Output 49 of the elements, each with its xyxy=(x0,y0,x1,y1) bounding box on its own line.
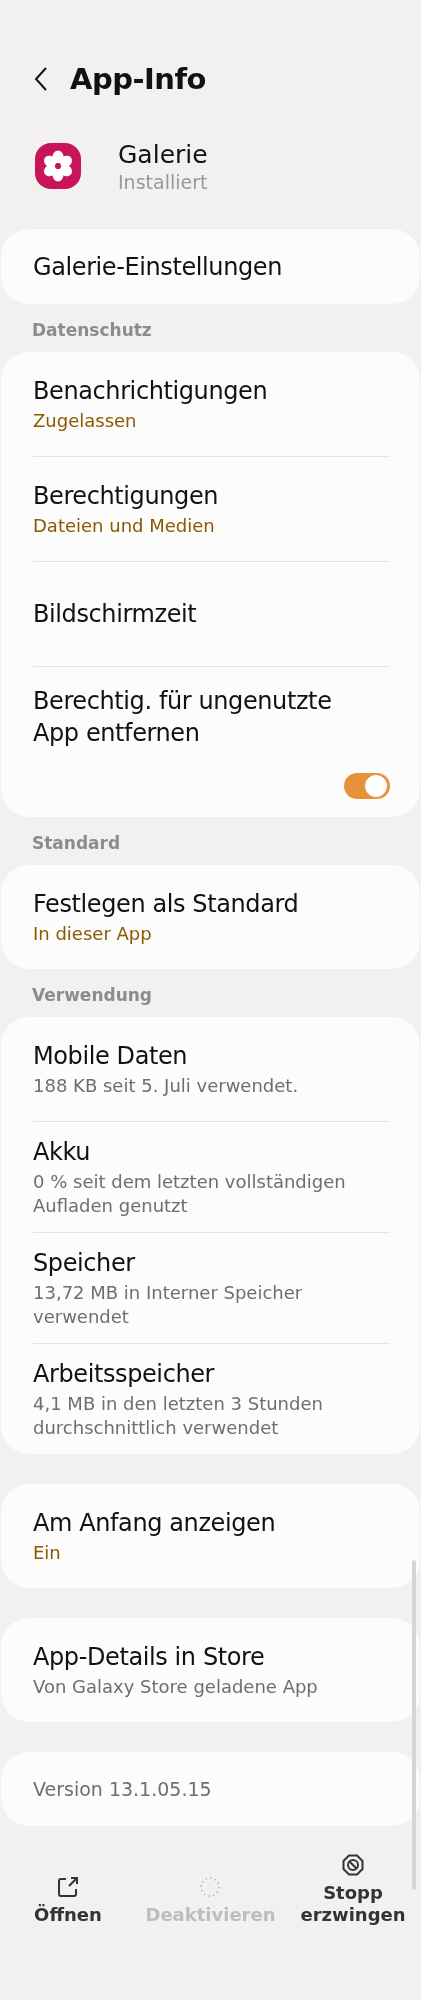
back-icon[interactable] xyxy=(34,66,48,92)
page-title: App-Info xyxy=(70,62,206,96)
settings-item[interactable]: Speicher 13,72 MB in Interner Speicher verwendet xyxy=(1,1233,420,1343)
item-subtitle: 4,1 MB in den letzten 3 Stunden durchschnittlich verwendet xyxy=(33,1392,324,1440)
section-label: Standard xyxy=(31,832,122,855)
item-title: Akku xyxy=(33,1137,92,1168)
settings-item[interactable]: Festlegen als Standard In dieser App xyxy=(1,865,420,969)
item-title: App-Details in Store xyxy=(33,1642,266,1673)
settings-item[interactable]: Bildschirmzeit xyxy=(1,562,420,666)
settings-item[interactable]: Arbeitsspeicher 4,1 MB in den letzten 3 Stunden durchschnittlich verwendet xyxy=(1,1344,420,1454)
item-title: Berechtig. für ungenutzte App entfernen xyxy=(33,686,333,749)
toggle-switch[interactable] xyxy=(344,773,390,799)
item-title: Galerie-Einstellungen xyxy=(33,251,283,283)
item-title: Benachrichtigungen xyxy=(33,376,269,407)
item-title: Bildschirmzeit xyxy=(33,599,198,630)
item-title: Mobile Daten xyxy=(33,1041,189,1072)
item-title: Arbeitsspeicher xyxy=(33,1359,216,1390)
settings-item[interactable]: Berechtigungen Dateien und Medien xyxy=(1,457,420,561)
section-label: Datenschutz xyxy=(31,319,153,342)
settings-item[interactable]: Mobile Daten 188 KB seit 5. Juli verwendet. xyxy=(1,1017,420,1121)
item-subtitle: Ein xyxy=(33,1541,62,1565)
settings-item[interactable]: Benachrichtigungen Zugelassen xyxy=(1,352,420,456)
item-subtitle: Dateien und Medien xyxy=(33,514,216,538)
version-text: Version 13.1.05.15 xyxy=(32,1777,213,1802)
item-title: Am Anfang anzeigen xyxy=(33,1508,277,1539)
item-subtitle: 0 % seit dem letzten vollständigen Aufladen genutzt xyxy=(33,1170,347,1218)
item-subtitle: Zugelassen xyxy=(33,409,138,433)
item-subtitle: 13,72 MB in Interner Speicher verwendet xyxy=(33,1281,304,1329)
settings-item[interactable]: Berechtig. für ungenutzte App entfernen xyxy=(1,667,420,817)
item-title: Berechtigungen xyxy=(33,481,220,512)
scrollbar[interactable] xyxy=(412,1560,416,1890)
app-name: Galerie xyxy=(118,139,208,169)
item-subtitle: Von Galaxy Store geladene App xyxy=(33,1675,319,1699)
install-status: Installiert xyxy=(118,170,208,193)
settings-item[interactable]: App-Details in Store Von Galaxy Store geladene App xyxy=(1,1618,420,1722)
settings-item[interactable]: Galerie-Einstellungen xyxy=(1,229,420,304)
item-subtitle: 188 KB seit 5. Juli verwendet. xyxy=(33,1074,300,1098)
action-button[interactable]: Öffnen xyxy=(6,1840,130,1930)
item-title: Speicher xyxy=(33,1248,136,1279)
dashed-circle-icon xyxy=(199,1876,222,1898)
settings-item[interactable]: Akku 0 % seit dem letzten vollständigen Aufladen genutzt xyxy=(1,1122,420,1232)
block-icon xyxy=(342,1854,364,1876)
section-label: Verwendung xyxy=(31,984,154,1007)
settings-item[interactable]: Am Anfang anzeigen Ein xyxy=(1,1484,420,1588)
open-external-icon xyxy=(56,1876,79,1898)
flower-icon xyxy=(34,142,82,190)
item-subtitle: In dieser App xyxy=(33,922,153,946)
item-title: Festlegen als Standard xyxy=(33,889,300,920)
action-button[interactable]: Stopp erzwingen xyxy=(291,1840,415,1930)
